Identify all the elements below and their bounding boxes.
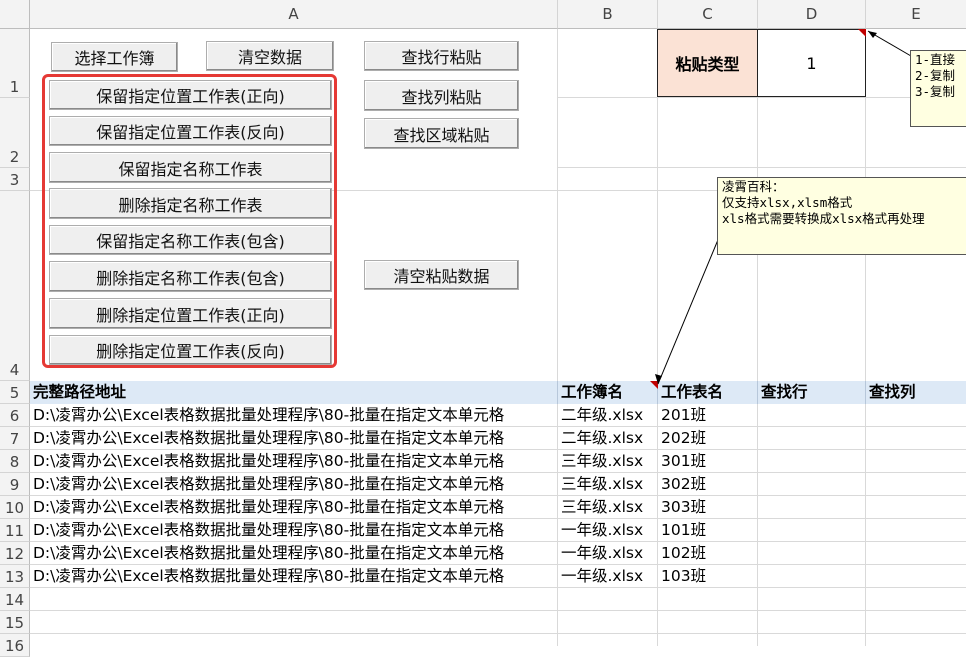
clear-paste-data-button[interactable]: 清空粘贴数据	[364, 260, 519, 290]
table-row-path[interactable]: D:\凌霄办公\Excel表格数据批量处理程序\80-批量在指定文本单元格	[30, 496, 558, 519]
gridline	[865, 29, 866, 646]
select-workbook-button[interactable]: 选择工作簿	[51, 42, 178, 72]
row-header-5[interactable]: 5	[0, 381, 30, 404]
table-row-sheet[interactable]: 201班	[658, 404, 758, 427]
row-header-7[interactable]: 7	[0, 427, 30, 450]
gridline	[30, 610, 966, 611]
table-row-path[interactable]: D:\凌霄办公\Excel表格数据批量处理程序\80-批量在指定文本单元格	[30, 404, 558, 427]
row-header-11[interactable]: 11	[0, 519, 30, 542]
table-row-sheet[interactable]: 103班	[658, 565, 758, 588]
table-row-workbook[interactable]: 二年级.xlsx	[558, 427, 658, 450]
table-row-workbook[interactable]: 三年级.xlsx	[558, 450, 658, 473]
table-row-sheet[interactable]: 202班	[658, 427, 758, 450]
table-row-workbook[interactable]: 一年级.xlsx	[558, 542, 658, 565]
table-row-workbook[interactable]: 二年级.xlsx	[558, 404, 658, 427]
row-header-3[interactable]: 3	[0, 168, 30, 191]
table-row-workbook[interactable]: 三年级.xlsx	[558, 496, 658, 519]
header-full-path[interactable]: 完整路径地址	[30, 381, 558, 404]
keep-sheet-by-name-contains-button[interactable]: 保留指定名称工作表(包含)	[49, 225, 332, 255]
table-row-sheet[interactable]: 302班	[658, 473, 758, 496]
header-find-row[interactable]: 查找行	[758, 381, 866, 404]
row-header-1[interactable]: 1	[0, 29, 30, 98]
paste-type-label: 粘贴类型	[657, 29, 758, 97]
delete-sheet-by-position-forward-button[interactable]: 删除指定位置工作表(正向)	[49, 298, 332, 329]
header-workbook-name[interactable]: 工作簿名	[558, 381, 658, 404]
find-range-paste-button[interactable]: 查找区域粘贴	[364, 118, 519, 149]
gridline	[30, 633, 966, 634]
row-header-4[interactable]: 4	[0, 191, 30, 381]
column-header-c[interactable]: C	[658, 0, 758, 29]
row-header-2[interactable]: 2	[0, 98, 30, 168]
comment-marker-icon	[650, 381, 658, 389]
find-row-paste-button[interactable]: 查找行粘贴	[364, 41, 519, 71]
table-row-path[interactable]: D:\凌霄办公\Excel表格数据批量处理程序\80-批量在指定文本单元格	[30, 450, 558, 473]
keep-sheet-by-position-forward-button[interactable]: 保留指定位置工作表(正向)	[49, 80, 332, 110]
clear-data-button[interactable]: 清空数据	[206, 41, 334, 71]
table-row-path[interactable]: D:\凌霄办公\Excel表格数据批量处理程序\80-批量在指定文本单元格	[30, 519, 558, 542]
table-row-path[interactable]: D:\凌霄办公\Excel表格数据批量处理程序\80-批量在指定文本单元格	[30, 565, 558, 588]
row-header-13[interactable]: 13	[0, 565, 30, 588]
header-sheet-name[interactable]: 工作表名	[658, 381, 758, 404]
column-header-b[interactable]: B	[558, 0, 658, 29]
info-note: 凌霄百科： 仅支持xlsx,xlsm格式 xls格式需要转换成xlsx格式再处理	[717, 177, 966, 255]
column-header-d[interactable]: D	[758, 0, 866, 29]
table-row-workbook[interactable]: 一年级.xlsx	[558, 519, 658, 542]
table-row-path[interactable]: D:\凌霄办公\Excel表格数据批量处理程序\80-批量在指定文本单元格	[30, 542, 558, 565]
row-header-10[interactable]: 10	[0, 496, 30, 519]
table-row-path[interactable]: D:\凌霄办公\Excel表格数据批量处理程序\80-批量在指定文本单元格	[30, 473, 558, 496]
gridline	[558, 97, 966, 98]
row-header-14[interactable]: 14	[0, 588, 30, 611]
comment-marker-icon	[858, 29, 866, 37]
column-header-e[interactable]: E	[866, 0, 966, 29]
table-row-sheet[interactable]: 303班	[658, 496, 758, 519]
row-header-12[interactable]: 12	[0, 542, 30, 565]
table-row-sheet[interactable]: 102班	[658, 542, 758, 565]
find-column-paste-button[interactable]: 查找列粘贴	[364, 80, 519, 111]
paste-type-value-cell[interactable]: 1	[757, 29, 866, 97]
table-row-path[interactable]: D:\凌霄办公\Excel表格数据批量处理程序\80-批量在指定文本单元格	[30, 427, 558, 450]
delete-sheet-by-name-button[interactable]: 删除指定名称工作表	[49, 188, 332, 219]
select-all-corner[interactable]	[0, 0, 30, 29]
row-header-15[interactable]: 15	[0, 611, 30, 634]
keep-sheet-by-position-reverse-button[interactable]: 保留指定位置工作表(反向)	[49, 116, 332, 146]
delete-sheet-by-name-contains-button[interactable]: 删除指定名称工作表(包含)	[49, 261, 332, 292]
table-row-workbook[interactable]: 一年级.xlsx	[558, 565, 658, 588]
table-row-workbook[interactable]: 三年级.xlsx	[558, 473, 658, 496]
table-row-sheet[interactable]: 301班	[658, 450, 758, 473]
row-header-9[interactable]: 9	[0, 473, 30, 496]
row-header-6[interactable]: 6	[0, 404, 30, 427]
paste-options-note: 1-直接 2-复制 3-复制	[910, 50, 966, 127]
table-row-sheet[interactable]: 101班	[658, 519, 758, 542]
column-header-a[interactable]: A	[30, 0, 558, 29]
header-find-col[interactable]: 查找列	[866, 381, 966, 404]
delete-sheet-by-position-reverse-button[interactable]: 删除指定位置工作表(反向)	[49, 335, 332, 365]
keep-sheet-by-name-button[interactable]: 保留指定名称工作表	[49, 152, 332, 183]
row-header-8[interactable]: 8	[0, 450, 30, 473]
gridline	[558, 167, 966, 168]
